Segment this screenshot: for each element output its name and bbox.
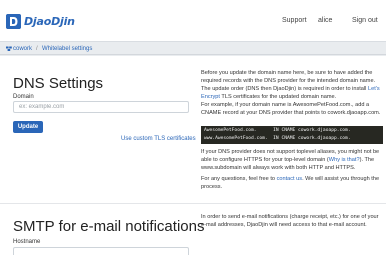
help-text: TLS certificates for the updated domain …	[219, 94, 337, 100]
org-settings-icon	[6, 46, 12, 51]
nav-signout-link[interactable]: Sign out	[352, 16, 378, 26]
help-paragraph-update-order: Before you update the domain name here, …	[201, 69, 383, 101]
hostname-input[interactable]	[13, 247, 189, 255]
update-button[interactable]: Update	[13, 121, 43, 133]
nav-user-link[interactable]: alice	[318, 16, 332, 26]
hostname-label: Hostname	[13, 239, 41, 245]
code-line: www.AwesomePetFood.com. IN CNAME cowork.…	[204, 136, 351, 141]
logo-mark-icon	[6, 14, 21, 29]
code-line: AwesomePetFood.com. IN CNAME cowork.djao…	[204, 128, 351, 133]
custom-tls-link[interactable]: Use custom TLS certificates	[121, 135, 196, 143]
why-is-that-link[interactable]: Why is that?	[329, 157, 360, 163]
contact-us-link[interactable]: contact us	[277, 176, 303, 182]
brand-name: DjaoDjin	[24, 15, 75, 28]
help-paragraph-toplevel: If your DNS provider does not support to…	[201, 148, 383, 172]
smtp-title: SMTP for e-mail notifications	[13, 218, 205, 235]
domain-label: Domain	[13, 94, 34, 100]
breadcrumb: cowork / Whitelabel settings	[0, 42, 386, 55]
breadcrumb-org-link[interactable]: cowork	[13, 45, 32, 53]
cname-code-block: AwesomePetFood.com. IN CNAME cowork.djao…	[201, 126, 383, 144]
help-paragraph-contact: For any questions, feel free to contact …	[201, 175, 383, 191]
breadcrumb-separator: /	[36, 46, 38, 52]
help-paragraph-example: For example, if your domain name is Awes…	[201, 102, 381, 116]
section-divider	[0, 203, 386, 204]
nav-support-link[interactable]: Support	[282, 16, 307, 26]
help-paragraph-smtp: In order to send e-mail notifications (c…	[201, 214, 379, 228]
top-navbar: DjaoDjin Support alice Sign out	[0, 0, 386, 42]
brand-logo[interactable]: DjaoDjin	[6, 14, 75, 29]
help-text: Before you update the domain name here, …	[201, 70, 376, 92]
breadcrumb-page-link[interactable]: Whitelabel settings	[42, 45, 92, 53]
help-text: For any questions, feel free to	[201, 176, 277, 182]
domain-input[interactable]	[13, 101, 189, 113]
dns-settings-title: DNS Settings	[13, 75, 104, 92]
